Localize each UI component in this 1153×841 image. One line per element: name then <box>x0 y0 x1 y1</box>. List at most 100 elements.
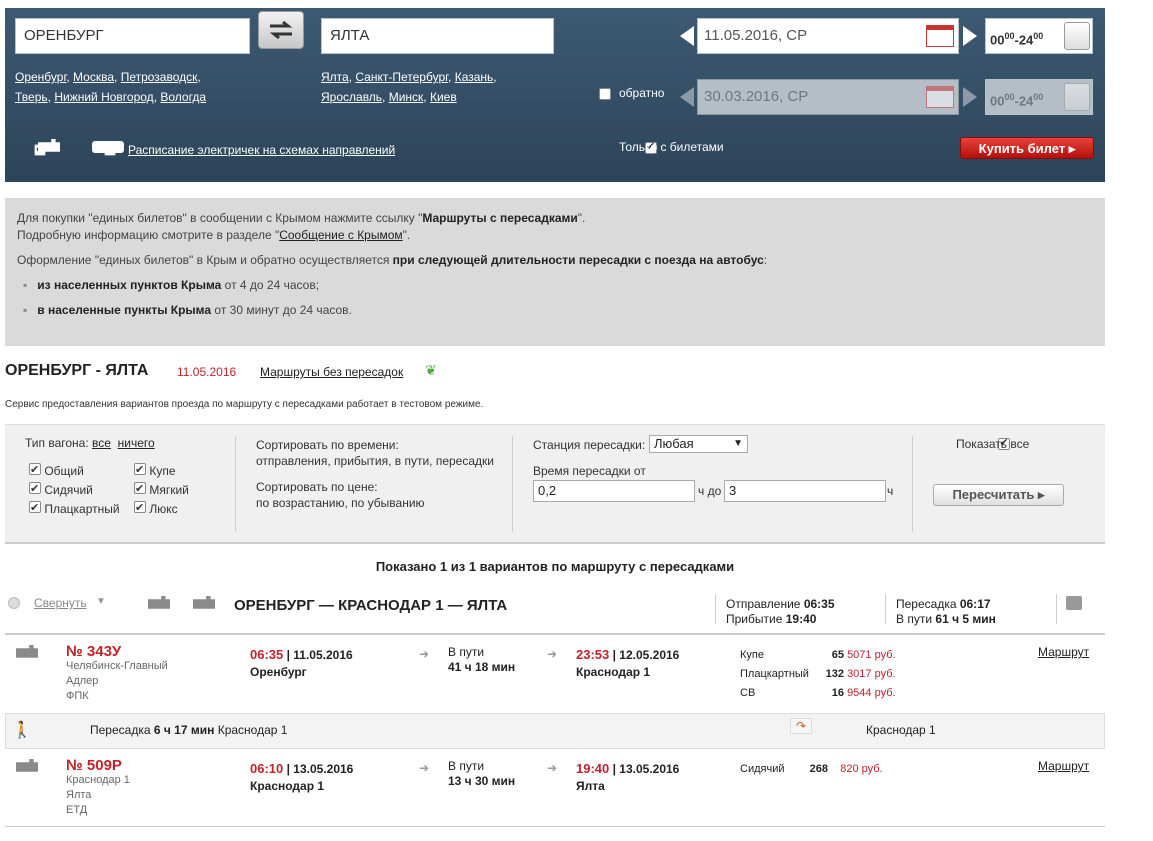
swap-cities-button[interactable] <box>258 11 304 49</box>
suggest-link[interactable]: Казань <box>455 70 494 84</box>
train-number[interactable]: № 509Р <box>66 757 122 774</box>
transfer-to-input[interactable]: 3 <box>724 480 886 502</box>
divider <box>235 436 236 532</box>
transfer-station-select[interactable]: Любая ▼ <box>649 435 748 453</box>
suggest-link[interactable]: Минск <box>389 90 424 104</box>
test-mode-notice: Сервис предоставления вариантов проезда … <box>5 399 484 410</box>
variant-transfer: Пересадка 06:17 В пути 61 ч 5 мин <box>896 597 996 626</box>
seat-row[interactable]: Сидячий 268 820 руб. <box>740 760 883 779</box>
train-info: Краснодар 1 Ялта ЕТД <box>66 774 130 816</box>
route-link[interactable]: Маршрут <box>1038 645 1089 659</box>
travel-time: В пути 41 ч 18 мин <box>448 645 516 674</box>
suggest-link[interactable]: Нижний Новгород <box>54 90 153 104</box>
divider <box>912 436 913 532</box>
suggest-link[interactable]: Петрозаводск <box>121 70 198 84</box>
variant-route-name: ОРЕНБУРГ — КРАСНОДАР 1 — ЯЛТА <box>234 597 508 614</box>
transfer-station-label: Станция пересадки: <box>533 438 646 452</box>
collapse-arrow-icon: ▼ <box>96 596 106 607</box>
arrival: 23:53 | 12.05.2016 Краснодар 1 <box>576 647 680 679</box>
seat-row[interactable]: СВ 16 9544 руб. <box>740 684 896 703</box>
train-number[interactable]: № 343У <box>66 643 121 660</box>
train-icon <box>16 759 38 772</box>
car-types-col1: Общий Сидячий Плацкартный <box>29 461 120 519</box>
car-type-checkbox[interactable] <box>134 499 146 518</box>
select-all-link[interactable]: все <box>92 436 111 450</box>
buy-ticket-button[interactable]: Купить билет ▸ <box>960 137 1094 159</box>
suburban-schedule-link[interactable]: Расписание электричек на схемах направле… <box>128 143 395 157</box>
suggest-link[interactable]: Киев <box>430 90 457 104</box>
suggest-link[interactable]: Ялта <box>321 70 349 84</box>
travel-time: В пути 13 ч 30 мин <box>448 759 516 788</box>
to-suggestions: Ялта, Санкт-Петербург, Казань, Ярославль… <box>321 70 497 104</box>
suggest-link[interactable]: Оренбург <box>15 70 66 84</box>
back-checkbox[interactable] <box>599 88 611 100</box>
next-back-date-arrow-icon <box>963 87 977 107</box>
prev-date-arrow-icon[interactable] <box>680 26 694 46</box>
car-type-filter: Тип вагона: все ничего <box>25 436 155 450</box>
transfer-from-input[interactable]: 0,2 <box>533 480 695 502</box>
only-tickets-label: Только с билетами <box>619 140 724 154</box>
divider <box>5 633 1105 635</box>
transfer-arrow-icon: ↷ <box>790 718 812 734</box>
arrow-right-icon: ➜ <box>419 647 430 661</box>
sort-options: Сортировать по времени: отправления, при… <box>256 438 494 511</box>
collapse-link[interactable]: Свернуть <box>34 596 87 610</box>
divider <box>1056 594 1057 624</box>
arrow-right-icon: ➜ <box>419 761 430 775</box>
results-summary: Показано 1 из 1 вариантов по маршруту с … <box>375 559 735 574</box>
calendar-icon[interactable] <box>926 25 954 47</box>
transfer-station-right: Краснодар 1 <box>866 723 936 737</box>
print-icon[interactable] <box>1066 596 1082 610</box>
car-type-checkbox[interactable] <box>29 480 41 499</box>
dropdown-arrow-icon: ▼ <box>733 438 743 449</box>
arrival: 19:40 | 13.05.2016 Ялта <box>576 761 680 793</box>
leaf-icon: ❦ <box>425 362 437 378</box>
transfer-time-label: Время пересадки от <box>533 464 646 478</box>
date-there-input[interactable]: 11.05.2016, СР <box>697 18 959 54</box>
back-label: обратно <box>619 86 665 100</box>
suggest-link[interactable]: Москва <box>73 70 114 84</box>
arrow-right-icon: ➜ <box>547 647 558 661</box>
departure: 06:10 | 13.05.2016 Краснодар 1 <box>250 761 354 793</box>
car-type-checkbox[interactable] <box>29 499 41 518</box>
seat-row[interactable]: Купе 65 5071 руб. <box>740 646 896 665</box>
from-suggestions: Оренбург, Москва, Петрозаводск, Тверь, Н… <box>15 70 207 104</box>
sort-time-links[interactable]: отправления, прибытия, в пути, пересадки <box>256 453 494 469</box>
walking-person-icon: 🚶 <box>12 722 32 739</box>
train-icon <box>193 596 215 609</box>
to-city-input[interactable]: ЯЛТА <box>321 18 554 54</box>
suggest-link[interactable]: Санкт-Петербург <box>355 70 448 84</box>
direct-routes-link[interactable]: Маршруты без пересадок <box>260 365 403 379</box>
suggest-link[interactable]: Тверь <box>15 90 48 104</box>
car-type-checkbox[interactable] <box>134 480 146 499</box>
swap-icon <box>269 20 293 40</box>
transfer-info: Пересадка 6 ч 17 мин Краснодар 1 <box>90 723 288 737</box>
route-title: ОРЕНБУРГ - ЯЛТА <box>5 362 149 379</box>
transfer-unit-label: ч <box>887 484 894 498</box>
clock-icon[interactable] <box>1064 22 1090 50</box>
train-icon <box>16 645 38 658</box>
arrow-right-icon: ➜ <box>547 761 558 775</box>
seat-row[interactable]: Плацкартный 132 3017 руб. <box>740 665 896 684</box>
radio-button[interactable] <box>8 597 20 609</box>
divider <box>512 436 513 532</box>
crimea-info-link[interactable]: Сообщение с Крымом <box>279 228 402 242</box>
divider <box>885 594 886 624</box>
crimea-info-block: Для покупки "единых билетов" в сообщении… <box>5 198 1105 346</box>
next-date-arrow-icon[interactable] <box>963 26 977 46</box>
divider <box>5 826 1105 827</box>
car-type-checkbox[interactable] <box>134 461 146 480</box>
date-back-input: 30.03.2016, СР <box>697 79 959 115</box>
transfer-unit-label: ч до <box>698 484 722 498</box>
train-icon <box>148 596 170 609</box>
calendar-icon <box>926 86 954 108</box>
from-city-input[interactable]: ОРЕНБУРГ <box>15 18 250 54</box>
sort-price-links[interactable]: по возрастанию, по убыванию <box>256 495 494 511</box>
suggest-link[interactable]: Ярославль <box>321 90 382 104</box>
route-link[interactable]: Маршрут <box>1038 759 1089 773</box>
car-type-checkbox[interactable] <box>29 461 41 480</box>
recalculate-button[interactable]: Пересчитать ▸ <box>933 484 1064 506</box>
select-none-link[interactable]: ничего <box>118 436 155 450</box>
clock-icon <box>1064 83 1090 111</box>
suggest-link[interactable]: Вологда <box>160 90 206 104</box>
